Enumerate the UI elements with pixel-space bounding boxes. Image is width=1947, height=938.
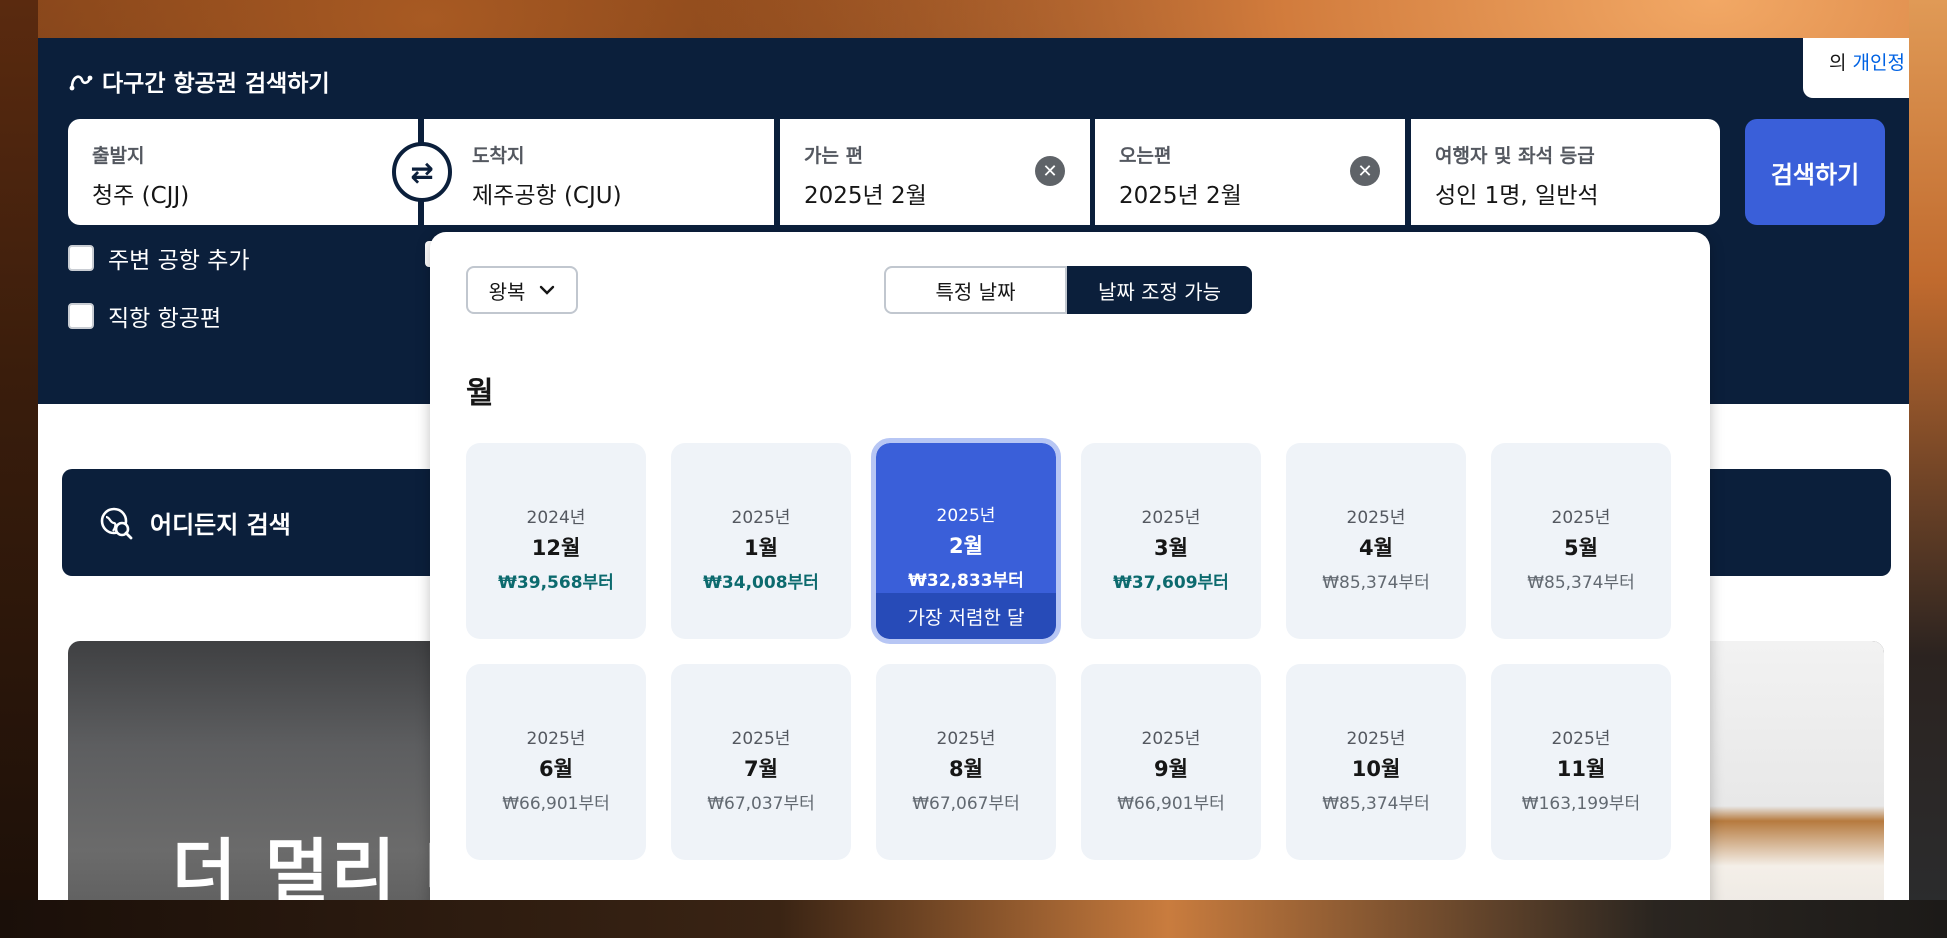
- month-card[interactable]: 2025년 2월 ₩32,833부터 가장 저렴한 달: [871, 438, 1061, 644]
- month-card-year: 2024년: [526, 508, 586, 528]
- tab-flexible-date[interactable]: 날짜 조정 가능: [1067, 266, 1252, 314]
- search-form: 출발지 청주 (CJJ) ⇄ 도착지 제주공항 (CJU) 가는 편 2025년…: [68, 119, 1885, 225]
- depart-value: 2025년 2월: [804, 183, 927, 209]
- month-card-price: ₩32,833부터: [908, 571, 1024, 591]
- direct-flights-checkbox[interactable]: 직항 항공편: [68, 299, 221, 333]
- month-card-price: ₩85,374부터: [1322, 794, 1430, 814]
- month-card[interactable]: 2025년 3월 ₩37,609부터: [1081, 443, 1261, 639]
- month-card-month: 1월: [744, 536, 778, 560]
- month-card[interactable]: 2025년 10월 ₩85,374부터: [1286, 664, 1466, 860]
- month-card-month: 12월: [531, 536, 581, 560]
- search-button[interactable]: 검색하기: [1745, 119, 1885, 225]
- destination-field[interactable]: 도착지 제주공항 (CJU): [424, 119, 774, 225]
- month-card-month: 9월: [1154, 757, 1188, 781]
- close-icon: ✕: [1357, 160, 1373, 182]
- month-card-month: 4월: [1359, 536, 1393, 560]
- return-value: 2025년 2월: [1119, 183, 1242, 209]
- month-card-month: 7월: [744, 757, 778, 781]
- search-everywhere-label: 어디든지 검색: [150, 511, 291, 539]
- month-card-month: 5월: [1564, 536, 1598, 560]
- backdrop-right-edge: [1909, 0, 1947, 938]
- backdrop-left-edge: [0, 0, 38, 938]
- origin-label: 출발지: [92, 145, 145, 167]
- month-card-price: ₩66,901부터: [1117, 794, 1225, 814]
- month-card-price: ₩66,901부터: [502, 794, 610, 814]
- depart-label: 가는 편: [804, 145, 864, 167]
- multi-city-link[interactable]: 다구간 항공권 검색하기: [68, 64, 330, 98]
- close-icon: ✕: [1042, 160, 1058, 182]
- clear-return-button[interactable]: ✕: [1350, 156, 1380, 186]
- checkbox-box[interactable]: [68, 245, 94, 271]
- multi-city-label: 다구간 항공권 검색하기: [102, 71, 330, 97]
- month-card[interactable]: 2024년 12월 ₩39,568부터: [466, 443, 646, 639]
- direct-flights-label: 직항 항공편: [108, 306, 222, 332]
- chevron-down-icon: [540, 285, 555, 295]
- nearby-airports-label: 주변 공항 추가: [108, 248, 250, 274]
- month-card[interactable]: 2025년 6월 ₩66,901부터: [466, 664, 646, 860]
- swap-icon: ⇄: [410, 155, 434, 189]
- travellers-value: 성인 1명, 일반석: [1435, 183, 1599, 209]
- month-card-price: ₩34,008부터: [703, 573, 819, 593]
- origin-value: 청주 (CJJ): [92, 183, 190, 209]
- tab-specific-date[interactable]: 특정 날짜: [884, 266, 1067, 314]
- month-card[interactable]: 2025년 7월 ₩67,037부터: [671, 664, 851, 860]
- checkbox-box[interactable]: [68, 303, 94, 329]
- trip-type-value: 왕복: [488, 279, 526, 304]
- clear-depart-button[interactable]: ✕: [1035, 156, 1065, 186]
- month-card-year: 2025년: [1141, 508, 1201, 528]
- trip-type-select[interactable]: 왕복: [466, 266, 578, 314]
- multi-city-icon: [69, 75, 93, 91]
- month-card-year: 2025년: [1551, 508, 1611, 528]
- month-card-month: 8월: [949, 757, 983, 781]
- globe-search-icon: [100, 507, 133, 539]
- privacy-prefix: 의: [1829, 52, 1847, 74]
- month-section-title: 월: [466, 376, 494, 411]
- privacy-notice: 의 개인정: [1803, 38, 1909, 98]
- month-card-price: ₩85,374부터: [1322, 573, 1430, 593]
- month-picker-popover: 왕복 특정 날짜 날짜 조정 가능 월 2024년 12월 ₩39,568부터 202…: [430, 232, 1710, 900]
- month-card[interactable]: 2025년 5월 ₩85,374부터: [1491, 443, 1671, 639]
- destination-label: 도착지: [472, 145, 525, 167]
- month-card[interactable]: 2025년 9월 ₩66,901부터: [1081, 664, 1261, 860]
- backdrop-bottom-edge: [0, 900, 1947, 938]
- month-card-month: 6월: [539, 757, 573, 781]
- month-card-month: 10월: [1351, 757, 1401, 781]
- destination-value: 제주공항 (CJU): [472, 183, 622, 209]
- depart-date-field[interactable]: 가는 편 2025년 2월 ✕: [780, 119, 1090, 225]
- month-card[interactable]: 2025년 8월 ₩67,067부터: [876, 664, 1056, 860]
- month-card-year: 2025년: [1346, 508, 1406, 528]
- month-card-year: 2025년: [731, 729, 791, 749]
- month-card[interactable]: 2025년 4월 ₩85,374부터: [1286, 443, 1466, 639]
- month-card-price: ₩67,067부터: [912, 794, 1020, 814]
- return-label: 오는편: [1119, 145, 1172, 167]
- month-card[interactable]: 2025년 11월 ₩163,199부터: [1491, 664, 1671, 860]
- month-card-month: 2월: [949, 534, 983, 558]
- month-card-price: ₩163,199부터: [1521, 794, 1641, 814]
- month-card-year: 2025년: [1141, 729, 1201, 749]
- banner-image: [1706, 641, 1884, 900]
- month-card[interactable]: 2025년 1월 ₩34,008부터: [671, 443, 851, 639]
- travellers-label: 여행자 및 좌석 등급: [1435, 145, 1595, 167]
- browser-viewport: 다구간 항공권 검색하기 의 개인정 출발지 청주 (CJJ) ⇄ 도착지 제주…: [38, 38, 1909, 900]
- return-date-field[interactable]: 오는편 2025년 2월 ✕: [1095, 119, 1405, 225]
- nearby-airports-checkbox[interactable]: 주변 공항 추가: [68, 241, 250, 275]
- month-card-year: 2025년: [526, 729, 586, 749]
- date-mode-toggle: 특정 날짜 날짜 조정 가능: [884, 266, 1252, 314]
- month-card-year: 2025년: [936, 506, 996, 526]
- month-card-price: ₩39,568부터: [498, 573, 614, 593]
- origin-field[interactable]: 출발지 청주 (CJJ): [68, 119, 418, 225]
- cheapest-month-tag: 가장 저렴한 달: [876, 593, 1056, 639]
- month-card-price: ₩37,609부터: [1113, 573, 1229, 593]
- month-card-price: ₩67,037부터: [707, 794, 815, 814]
- month-card-price: ₩85,374부터: [1527, 573, 1635, 593]
- month-card-year: 2025년: [1551, 729, 1611, 749]
- month-card-month: 3월: [1154, 536, 1188, 560]
- month-card-year: 2025년: [1346, 729, 1406, 749]
- swap-airports-button[interactable]: ⇄: [392, 142, 452, 202]
- privacy-link[interactable]: 개인정: [1853, 52, 1905, 74]
- month-card-year: 2025년: [731, 508, 791, 528]
- month-card-month: 11월: [1556, 757, 1606, 781]
- month-card-year: 2025년: [936, 729, 996, 749]
- travellers-field[interactable]: 여행자 및 좌석 등급 성인 1명, 일반석: [1411, 119, 1720, 225]
